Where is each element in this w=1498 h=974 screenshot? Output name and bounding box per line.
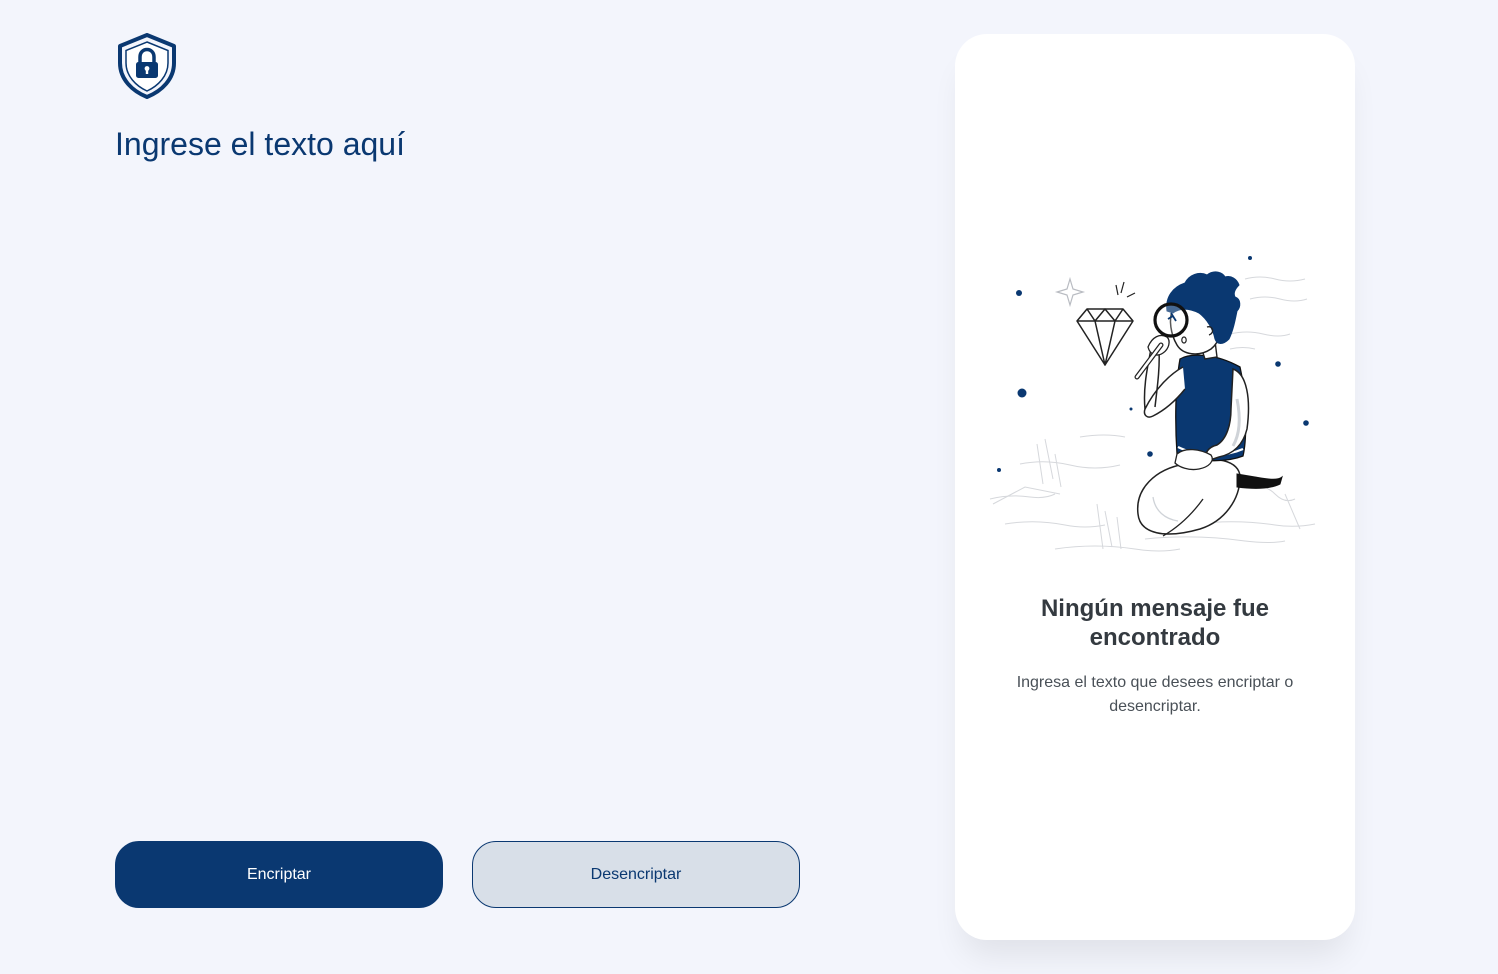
message-input[interactable] xyxy=(115,120,815,804)
encrypt-button[interactable]: Encriptar xyxy=(115,841,443,908)
person-magnifying-glass-illustration xyxy=(985,249,1325,599)
empty-state-title: Ningún mensaje fue encontrado xyxy=(1040,595,1270,651)
empty-state-description: Ingresa el texto que desees encriptar o … xyxy=(1016,674,1294,715)
output-panel: Ningún mensaje fue encontrado Ingresa el… xyxy=(955,34,1355,940)
decrypt-button[interactable]: Desencriptar xyxy=(472,841,800,908)
logo-shield-lock-icon xyxy=(117,33,177,99)
